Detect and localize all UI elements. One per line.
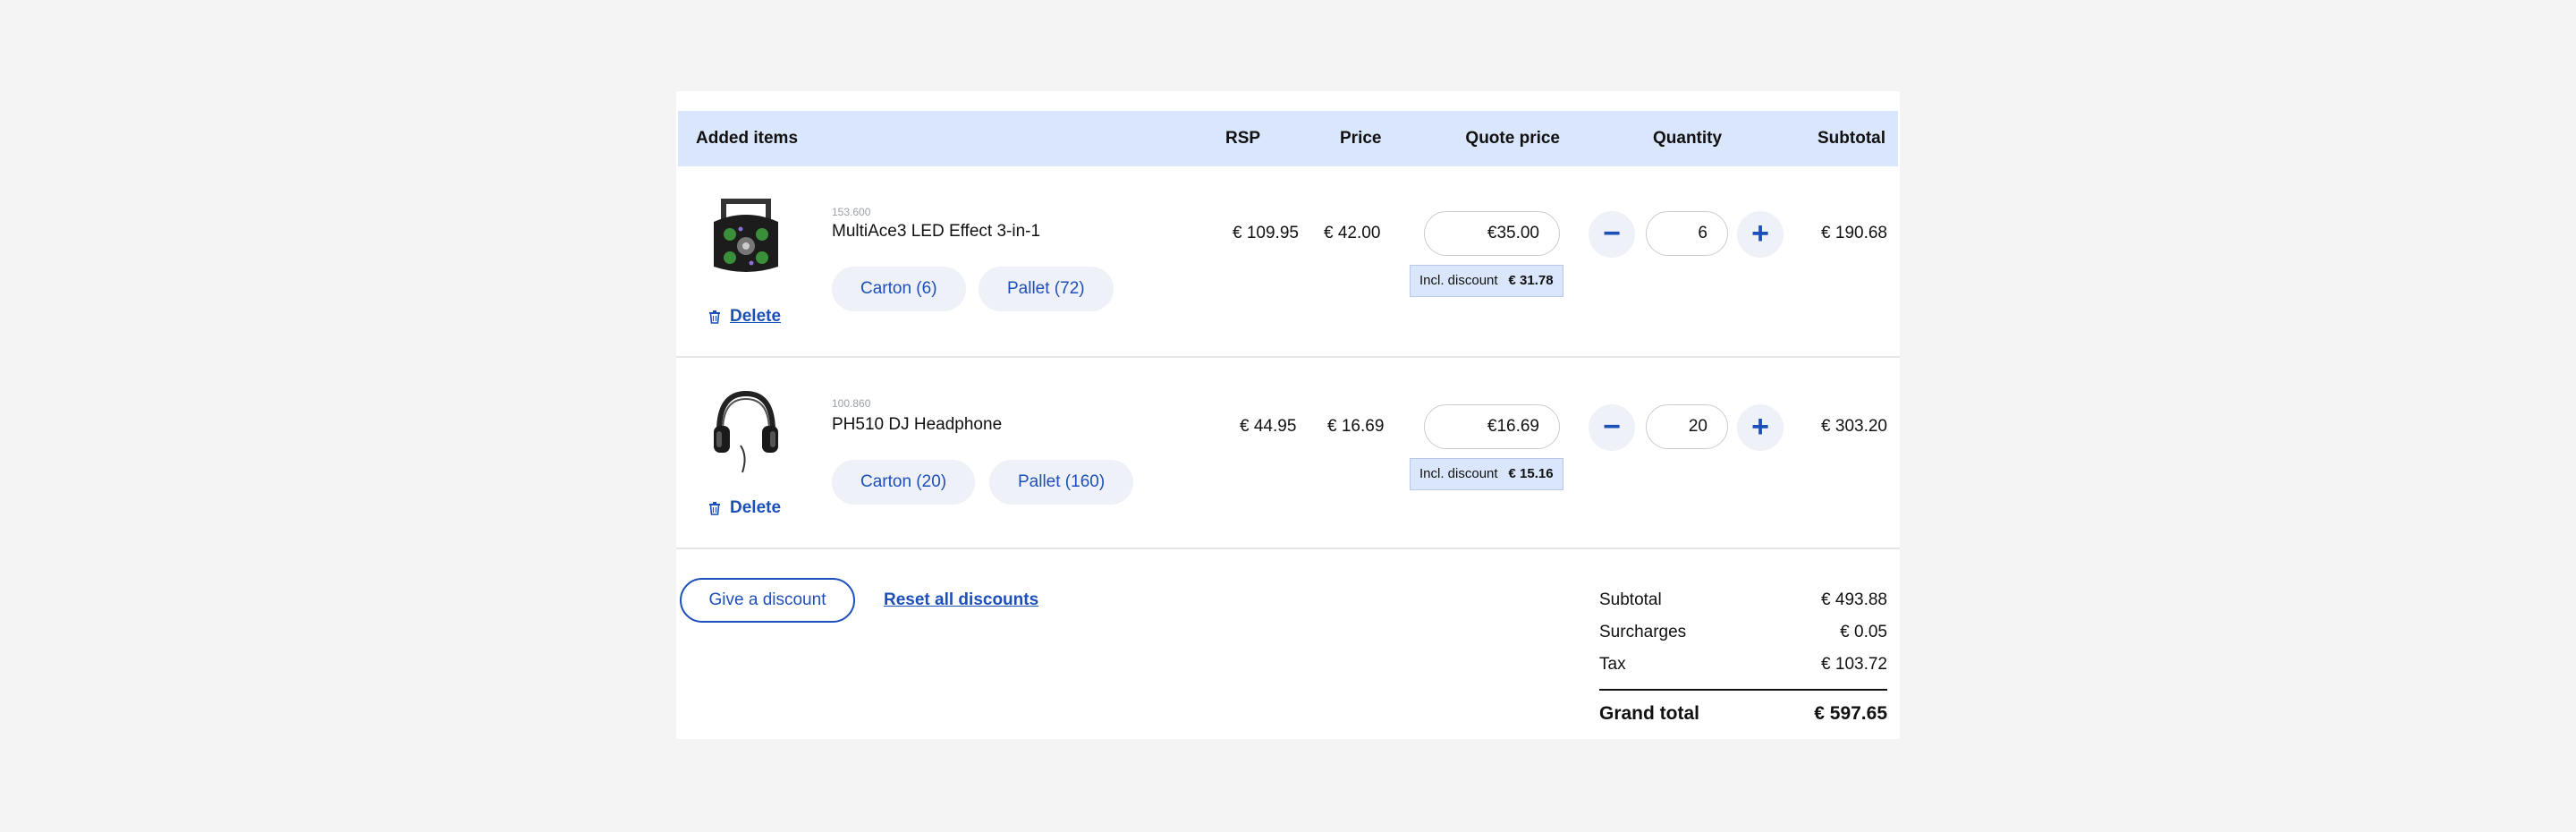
increase-quantity-button[interactable]: +: [1737, 404, 1784, 451]
pack-chip-pallet[interactable]: Pallet (160): [989, 460, 1134, 505]
delete-button[interactable]: Delete: [708, 306, 781, 327]
trash-icon: [709, 502, 720, 515]
rsp-value: € 109.95: [1233, 224, 1299, 242]
header-quantity: Quantity: [1653, 129, 1723, 148]
summary-surcharges-label: Surcharges: [1599, 623, 1687, 641]
reset-discounts-link[interactable]: Reset all discounts: [884, 590, 1038, 610]
product-image-multiace: [714, 199, 778, 272]
header-subtotal: Subtotal: [1818, 129, 1885, 148]
grand-total-value: € 597.65: [1814, 703, 1887, 724]
product-sku: 153.600: [832, 206, 871, 218]
summary-divider: [1599, 689, 1887, 691]
discount-label: Incl. discount: [1419, 466, 1498, 481]
row-subtotal: € 190.68: [1821, 224, 1887, 242]
rsp-value: € 44.95: [1240, 417, 1297, 436]
discount-value: € 31.78: [1508, 273, 1554, 288]
row-divider: [676, 356, 1900, 358]
plus-icon: +: [1751, 410, 1769, 444]
summary-tax-value: € 103.72: [1821, 655, 1887, 674]
table-row: Delete 100.860 PH510 DJ Headphone Carton…: [676, 361, 1900, 553]
increase-quantity-button[interactable]: +: [1737, 211, 1784, 258]
decrease-quantity-button[interactable]: −: [1589, 404, 1635, 451]
price-value: € 42.00: [1324, 224, 1381, 242]
table-row: Delete 153.600 MultiAce3 LED Effect 3-in…: [676, 168, 1900, 360]
decrease-quantity-button[interactable]: −: [1589, 211, 1635, 258]
pack-chip-pallet[interactable]: Pallet (72): [979, 267, 1114, 311]
header-added-items: Added items: [696, 129, 799, 148]
delete-button[interactable]: Delete: [708, 497, 781, 519]
delete-label: Delete: [730, 498, 782, 517]
product-name[interactable]: MultiAce3 LED Effect 3-in-1: [832, 222, 1040, 242]
table-header: Added items RSP Price Quote price Quanti…: [678, 111, 1898, 166]
row-divider: [676, 548, 1900, 549]
row-subtotal: € 303.20: [1821, 417, 1887, 436]
discount-badge: Incl. discount € 31.78: [1410, 265, 1563, 297]
delete-label: Delete: [730, 307, 782, 326]
quantity-input[interactable]: 20: [1646, 404, 1728, 449]
summary-subtotal-label: Subtotal: [1599, 590, 1662, 609]
pack-chip-carton[interactable]: Carton (6): [832, 267, 966, 311]
quote-price-input[interactable]: €16.69: [1424, 404, 1560, 449]
product-sku: 100.860: [832, 397, 871, 410]
summary-surcharges-value: € 0.05: [1840, 623, 1887, 641]
discount-value: € 15.16: [1508, 466, 1554, 481]
discount-badge: Incl. discount € 15.16: [1410, 458, 1563, 490]
give-discount-button[interactable]: Give a discount: [680, 578, 855, 623]
discount-label: Incl. discount: [1419, 273, 1498, 288]
minus-icon: −: [1603, 410, 1621, 444]
minus-icon: −: [1603, 216, 1621, 250]
header-rsp: RSP: [1225, 129, 1261, 148]
header-quote-price: Quote price: [1465, 129, 1560, 148]
quote-price-input[interactable]: €35.00: [1424, 211, 1560, 256]
cart-panel: Added items RSP Price Quote price Quanti…: [676, 91, 1900, 739]
trash-icon: [709, 310, 720, 324]
plus-icon: +: [1751, 216, 1769, 250]
pack-chip-carton[interactable]: Carton (20): [832, 460, 976, 505]
product-name[interactable]: PH510 DJ Headphone: [832, 415, 1002, 435]
summary-subtotal-value: € 493.88: [1821, 590, 1887, 609]
grand-total-label: Grand total: [1599, 703, 1700, 724]
price-value: € 16.69: [1327, 417, 1385, 436]
header-price: Price: [1340, 129, 1382, 148]
quantity-input[interactable]: 6: [1646, 211, 1728, 256]
product-image-headphone: [714, 390, 778, 473]
summary-tax-label: Tax: [1599, 655, 1626, 674]
